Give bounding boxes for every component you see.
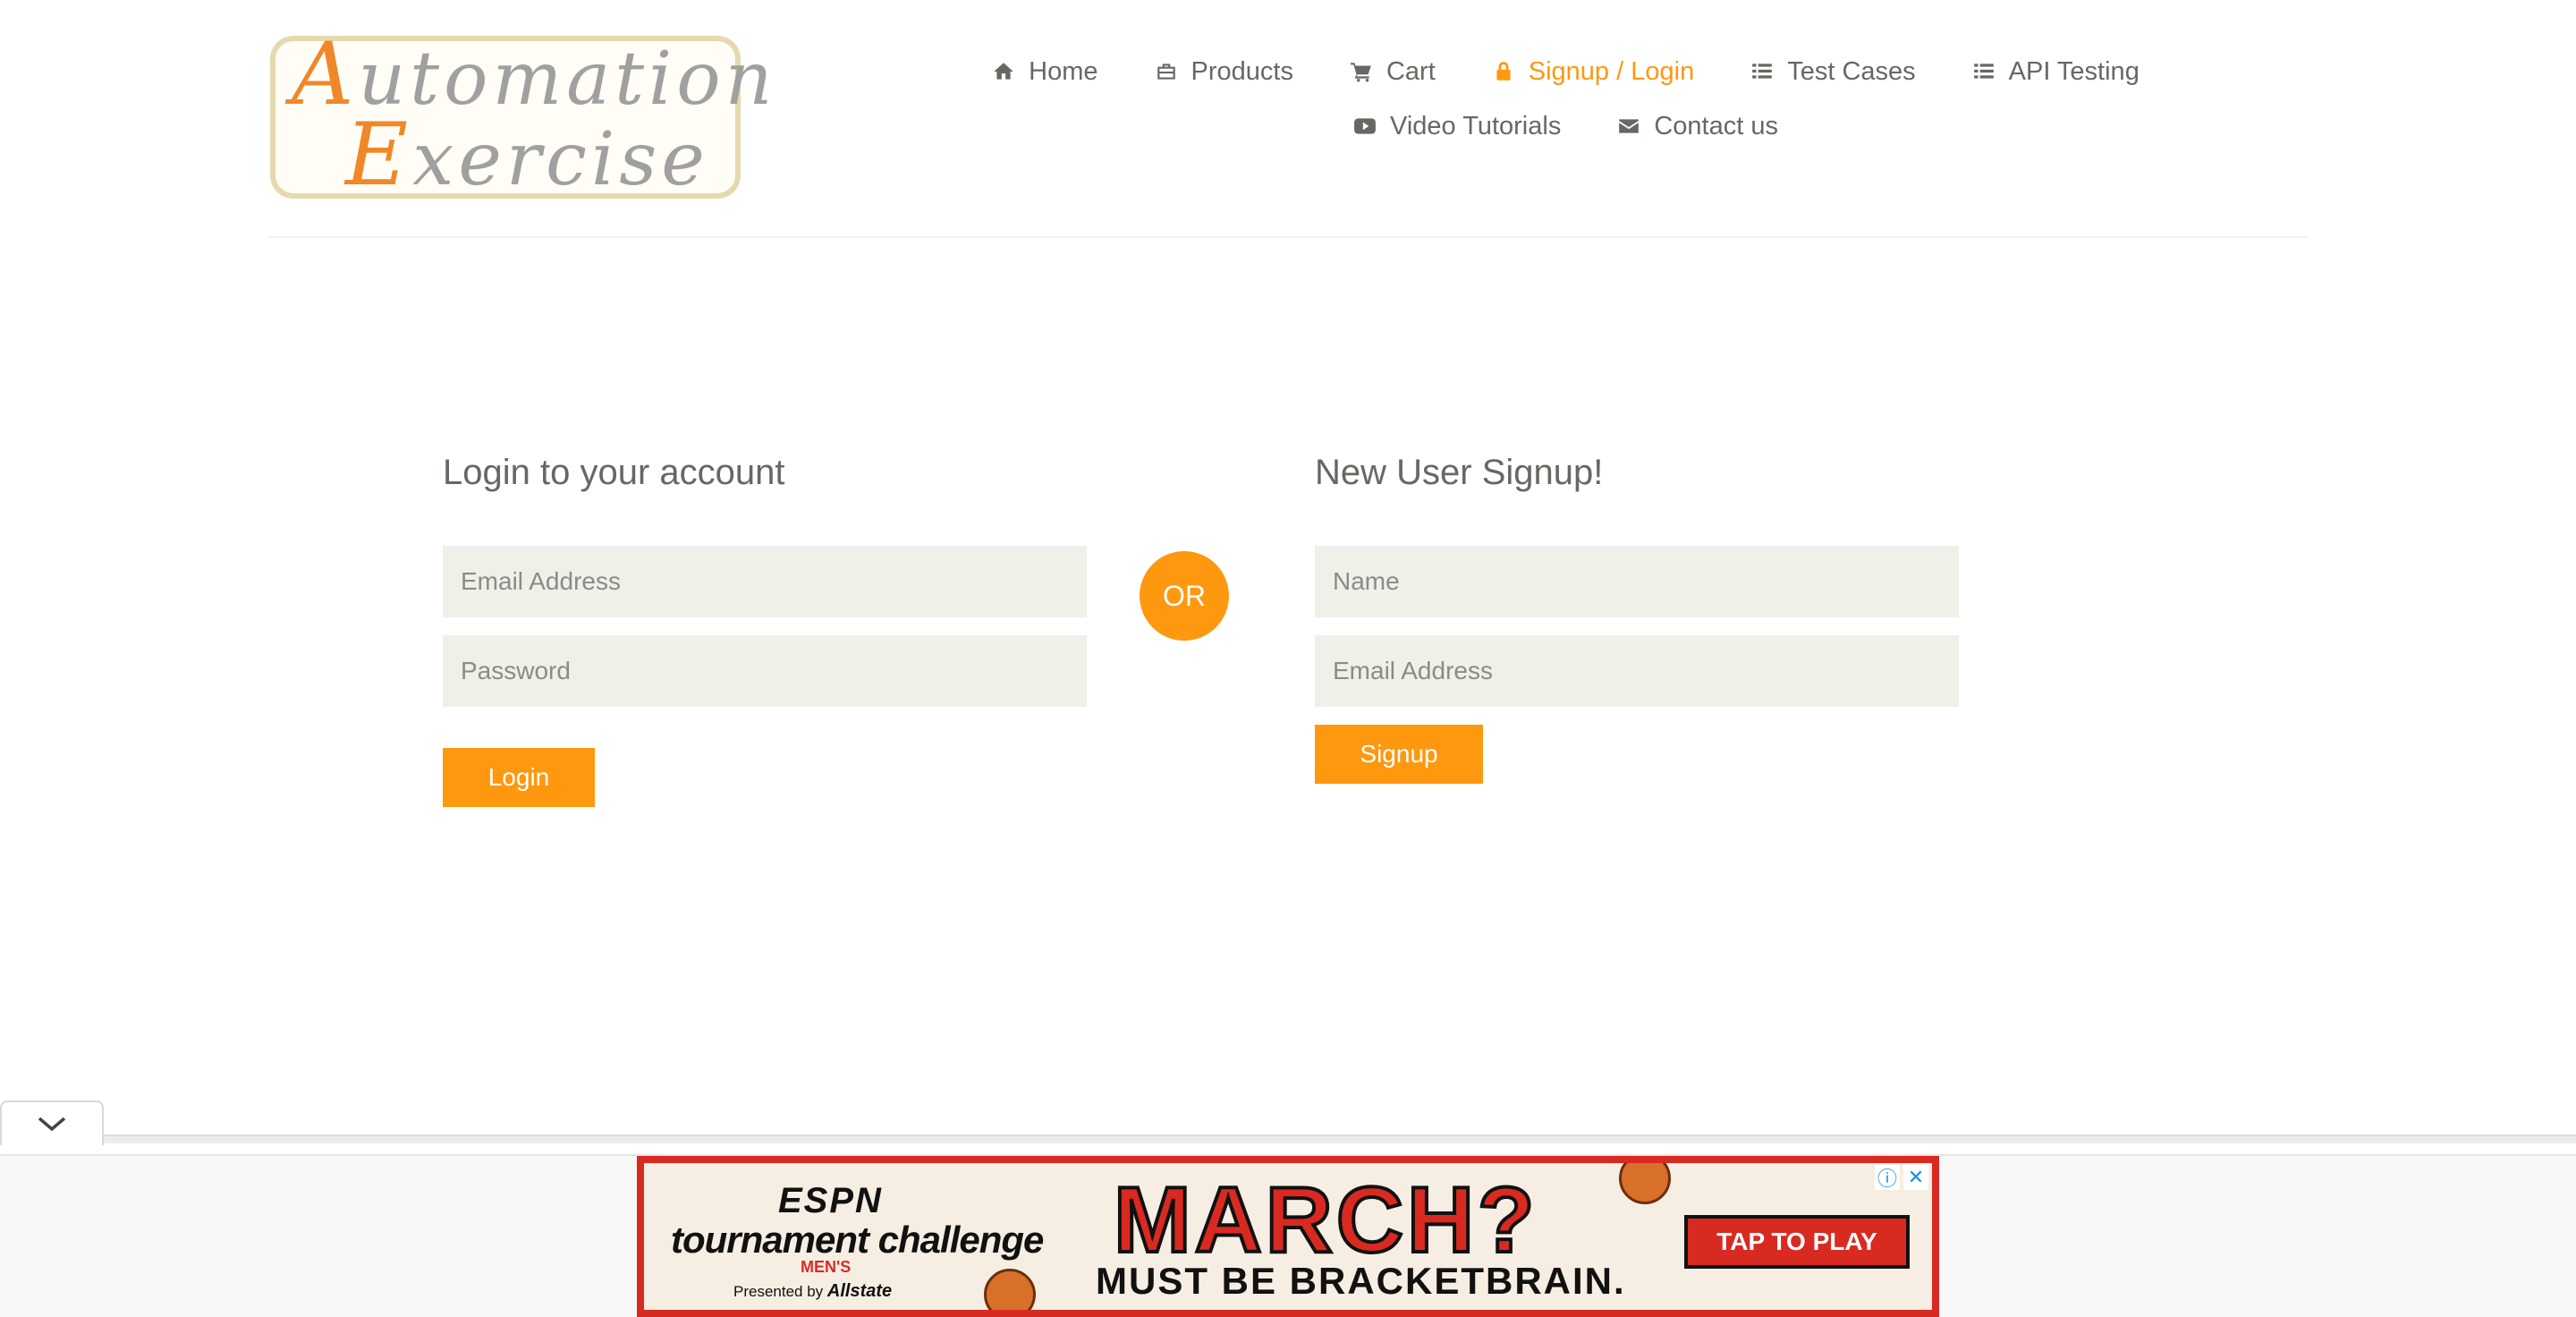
signup-email-input[interactable] (1315, 635, 1959, 707)
nav-row-1: Home Products Cart Signup / Login Test C… (984, 50, 2147, 93)
logo-line-2: Exercise (292, 112, 735, 198)
ad-collapse-toggle[interactable] (0, 1100, 104, 1145)
signup-button[interactable]: Signup (1315, 725, 1483, 784)
ad-sponsor: Allstate (826, 1281, 893, 1301)
ad-strip-divider (104, 1134, 2576, 1143)
ad-presented-by: Presented by Allstate (733, 1281, 892, 1302)
nav-api-testing[interactable]: API Testing (1971, 57, 2140, 87)
login-email-input[interactable] (443, 546, 1087, 617)
nav-api-testing-label: API Testing (2008, 56, 2140, 86)
login-title: Login to your account (443, 453, 785, 492)
login-button[interactable]: Login (443, 748, 595, 807)
nav-products[interactable]: Products (1154, 57, 1293, 87)
page: Automation Exercise Home Products Cart S… (0, 0, 2576, 1317)
signup-title: New User Signup! (1315, 453, 1604, 492)
nav-products-label: Products (1191, 56, 1293, 86)
list-icon (1971, 59, 1996, 84)
briefcase-icon (1154, 59, 1179, 84)
close-icon[interactable]: ✕ (1903, 1165, 1928, 1190)
nav-home-label: Home (1029, 56, 1098, 86)
cart-icon (1349, 59, 1374, 84)
site-logo[interactable]: Automation Exercise (270, 31, 772, 199)
chevron-down-icon (38, 1117, 66, 1132)
ad-cta-button[interactable]: TAP TO PLAY (1684, 1215, 1910, 1269)
signup-name-input[interactable] (1315, 546, 1959, 617)
envelope-icon (1616, 114, 1641, 139)
nav-test-cases[interactable]: Test Cases (1750, 56, 1916, 87)
ad-headline: MARCH? (1112, 1168, 1538, 1272)
or-badge: OR (1140, 551, 1229, 641)
ad-banner[interactable]: ESPN tournament challenge MEN'S Presente… (637, 1156, 1939, 1317)
home-icon (991, 59, 1016, 84)
ad-presented-label: Presented by (733, 1283, 824, 1300)
login-password-input[interactable] (443, 635, 1087, 707)
nav-test-cases-label: Test Cases (1787, 56, 1916, 86)
ad-controls: ⓘ ✕ (1875, 1165, 1928, 1190)
nav-cart-label: Cart (1385, 56, 1436, 86)
ad-subline: MUST BE BRACKETBRAIN. (1096, 1260, 1626, 1302)
signup-form: New User Signup! Signup (1315, 447, 1959, 784)
logo-text-2: xercise (412, 117, 709, 202)
nav-home[interactable]: Home (991, 56, 1098, 87)
ad-product: tournament challenge (671, 1219, 1044, 1261)
basketball-icon (984, 1269, 1036, 1310)
nav-signup-login[interactable]: Signup / Login (1491, 57, 1694, 87)
main-nav: Home Products Cart Signup / Login Test C… (984, 50, 2147, 148)
nav-contact-us-label: Contact us (1654, 111, 1778, 140)
ad-brand: ESPN (778, 1181, 883, 1220)
list-icon (1750, 59, 1775, 84)
info-icon[interactable]: ⓘ (1875, 1165, 1900, 1190)
nav-cart[interactable]: Cart (1349, 57, 1436, 87)
basketball-icon (1619, 1163, 1671, 1204)
nav-video-tutorials-label: Video Tutorials (1390, 111, 1562, 140)
ad-tag: MEN'S (801, 1258, 852, 1276)
nav-video-tutorials[interactable]: Video Tutorials (1352, 112, 1561, 141)
lock-icon (1491, 59, 1516, 84)
youtube-play-icon (1352, 114, 1377, 139)
nav-row-2: Video Tutorials Contact us (984, 105, 2147, 148)
logo-text-1: utomation (358, 37, 777, 122)
logo-cap-e: E (345, 105, 413, 205)
header-divider (268, 236, 2308, 238)
nav-contact-us[interactable]: Contact us (1616, 112, 1778, 141)
login-form: Login to your account Login (443, 447, 1087, 807)
nav-signup-login-label: Signup / Login (1528, 56, 1695, 86)
